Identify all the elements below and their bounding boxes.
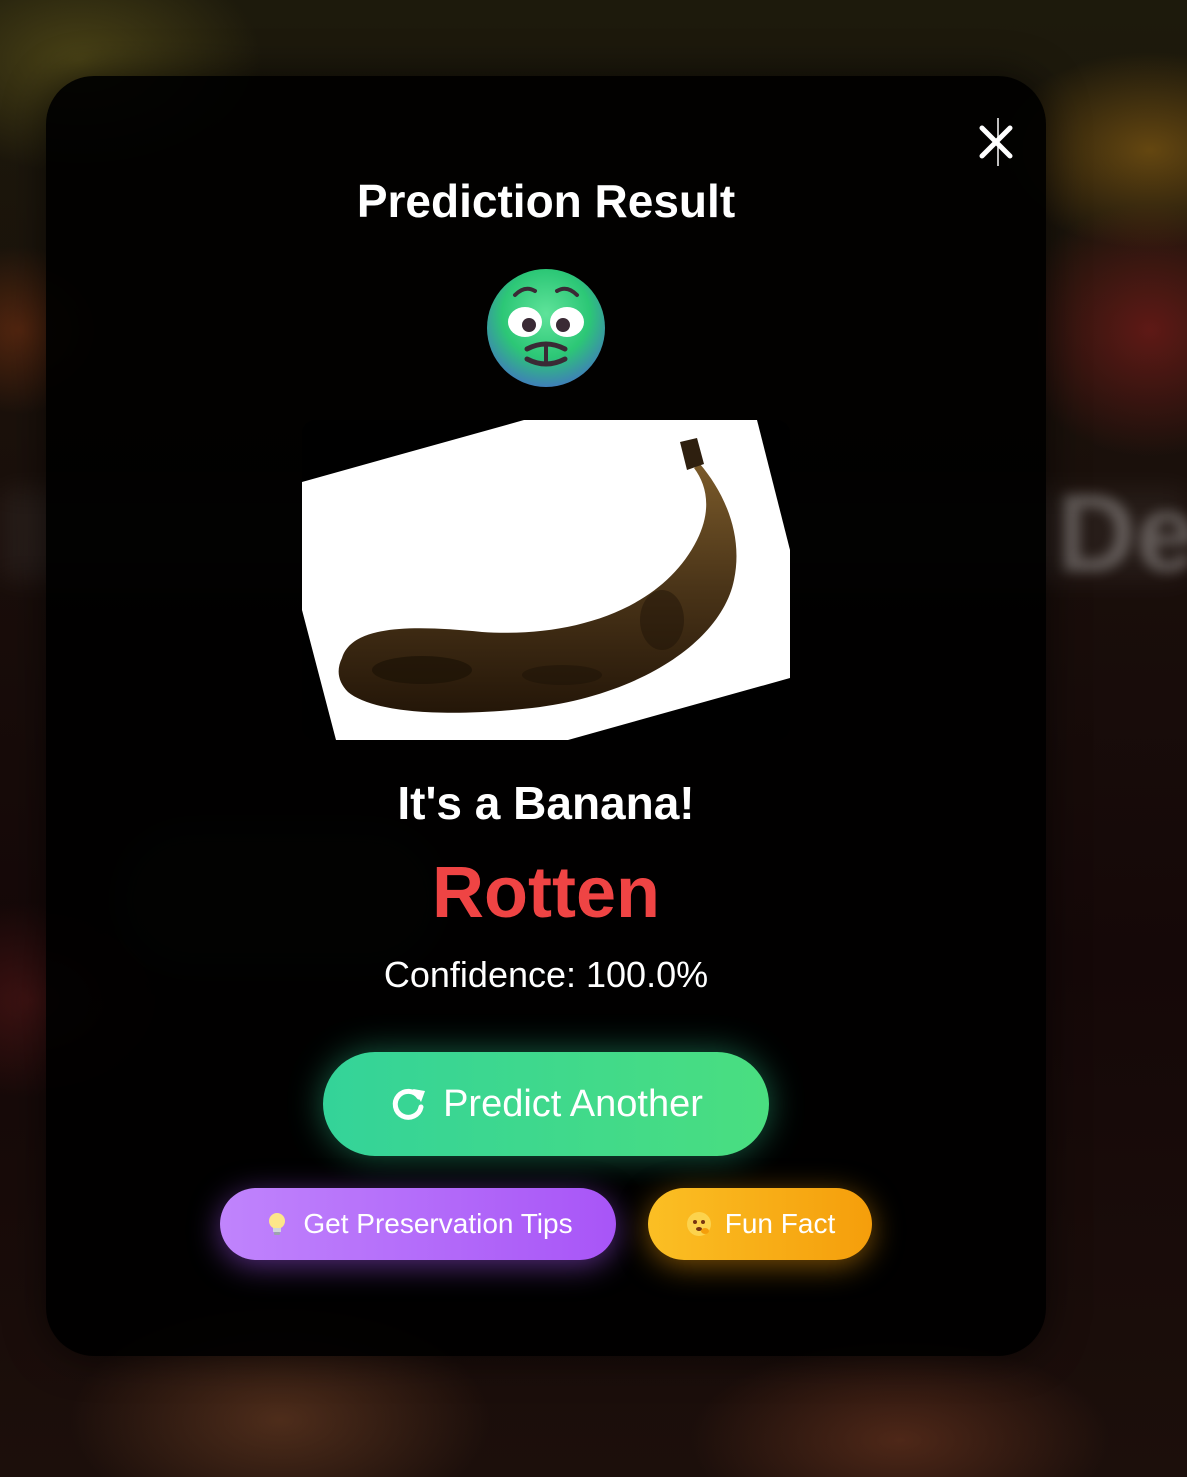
uploaded-fruit-image [302, 420, 790, 740]
nauseated-face-icon [487, 269, 605, 387]
predict-another-button[interactable]: Predict Another [323, 1052, 769, 1156]
prediction-result-modal: Prediction Result It's a Banana! Rotten … [46, 76, 1046, 1356]
fun-fact-label: Fun Fact [724, 1208, 836, 1239]
predict-another-label: Predict Another [443, 1082, 703, 1125]
fruit-name-label: It's a Banana! [397, 777, 695, 829]
fun-fact-button[interactable]: Fun Fact [648, 1188, 872, 1260]
close-icon [979, 118, 1013, 166]
preservation-tips-label: Get Preservation Tips [303, 1208, 573, 1239]
close-button[interactable] [974, 116, 1018, 168]
background-text-fragment: De [1056, 472, 1187, 595]
modal-title: Prediction Result [356, 175, 736, 227]
confidence-score: Confidence: 100.0% [383, 954, 709, 995]
preservation-tips-button[interactable]: Get Preservation Tips [220, 1188, 616, 1260]
freshness-status: Rotten [432, 853, 660, 933]
thinking-face-icon [686, 1212, 711, 1236]
lightbulb-icon [269, 1213, 286, 1235]
refresh-icon [392, 1088, 426, 1120]
banana-photo [302, 420, 790, 740]
